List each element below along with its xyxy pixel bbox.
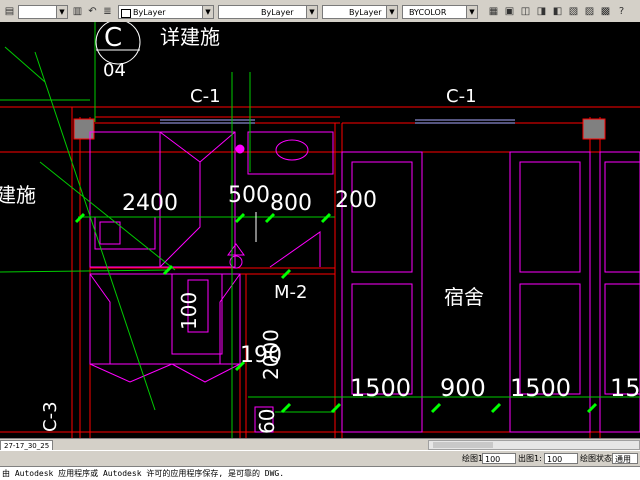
note-top: 详建施 (160, 25, 220, 49)
dimension-text: 500 (228, 183, 270, 208)
dimension-text: 800 (270, 191, 312, 216)
plotstyle-dropdown[interactable]: BYCOLOR ▼ (402, 5, 478, 19)
drawing-canvas[interactable]: C 04 详建施 建施 C-1 C-1 C-3 M-2 宿舍 2400 500 … (0, 22, 640, 438)
command-line-text: 由 Autodesk 应用程序或 Autodesk 许可的应用程序保存, 是可靠… (2, 469, 285, 478)
axis-label-c1-right: C-1 (446, 86, 477, 107)
lineweight-dropdown[interactable]: ByLayer ▼ (322, 5, 398, 19)
output-scale-value: 100 (547, 455, 563, 464)
color-dropdown[interactable]: ByLayer ▼ (118, 5, 214, 19)
layer-manager-icon[interactable]: ≣ (100, 4, 115, 19)
linetype-dropdown[interactable]: ByLayer ▼ (218, 5, 318, 19)
drawing-status-label: 绘图状态 (580, 454, 612, 463)
plotstyle-dropdown-value: BYCOLOR (409, 8, 447, 17)
output-scale-select[interactable]: 100 (544, 453, 578, 464)
layer-previous-icon[interactable]: ↶ (85, 4, 100, 19)
chevron-down-icon: ▼ (56, 6, 67, 18)
mode-value: 通用 (615, 455, 631, 464)
chevron-down-icon: ▼ (202, 6, 213, 18)
layer-dropdown[interactable]: ▼ (18, 5, 68, 19)
grid-label-c: C (104, 23, 122, 53)
door-label-m2: M-2 (274, 282, 307, 303)
dimension-text: 900 (440, 374, 486, 402)
room-label-dorm: 宿舍 (444, 285, 484, 309)
lineweight-dropdown-value: ByLayer (349, 8, 382, 17)
linetype-dropdown-value: ByLayer (261, 8, 294, 17)
help-icon[interactable]: ? (614, 4, 629, 19)
properties-icon[interactable]: ▣ (502, 4, 517, 19)
horizontal-scrollbar[interactable] (428, 440, 640, 450)
dimension-text: 2000 (259, 329, 283, 380)
scrollbar-thumb[interactable] (433, 442, 493, 448)
match-icon[interactable]: ◫ (518, 4, 533, 19)
note-left: 建施 (0, 183, 36, 207)
plot-scale-select[interactable]: 100 (482, 453, 516, 464)
make-current-icon[interactable]: ▥ (70, 4, 85, 19)
column (73, 118, 95, 140)
properties-toolbar: ▤ ▼ ▥ ↶ ≣ ByLayer ▼ ByLayer ▼ ByLayer ▼ … (0, 0, 640, 23)
design-center-icon[interactable]: ◨ (534, 4, 549, 19)
status-bar: 绘图1: 100 出图1: 100 绘图状态 通用 (0, 450, 640, 467)
dimension-text: 1500 (350, 374, 411, 402)
dimension-text: 100 (177, 292, 201, 330)
calculator-icon[interactable]: ▩ (598, 4, 613, 19)
column (582, 118, 606, 140)
chevron-down-icon: ▼ (306, 6, 317, 18)
axis-label-c1-left: C-1 (190, 86, 221, 107)
sheet-set-icon[interactable]: ▧ (566, 4, 581, 19)
markup-icon[interactable]: ▨ (582, 4, 597, 19)
mode-select[interactable]: 通用 (612, 453, 638, 464)
layer-state-icon[interactable]: ▤ (2, 4, 17, 19)
plot-scale-value: 100 (485, 455, 501, 464)
command-line[interactable]: 由 Autodesk 应用程序或 Autodesk 许可的应用程序保存, 是可靠… (0, 466, 640, 480)
dimension-text: 60 (255, 409, 279, 434)
axis-label-c3: C-3 (40, 401, 61, 432)
dimension-text: 200 (335, 188, 377, 213)
tool-palette-icon[interactable]: ◧ (550, 4, 565, 19)
dimension-text: 1500 (510, 374, 571, 402)
output-scale-label: 出图1: (518, 454, 542, 463)
color-dropdown-value: ByLayer (133, 8, 166, 17)
dimension-text: 2400 (122, 191, 178, 216)
color-swatch (121, 9, 131, 18)
layer-icon[interactable]: ▦ (486, 4, 501, 19)
dimension-text: 15 (610, 374, 640, 402)
chevron-down-icon: ▼ (386, 6, 397, 18)
chevron-down-icon: ▼ (466, 6, 477, 18)
sheet-number: 04 (103, 60, 126, 81)
floor-plan-drawing[interactable]: C 04 详建施 建施 C-1 C-1 C-3 M-2 宿舍 2400 500 … (0, 22, 640, 438)
